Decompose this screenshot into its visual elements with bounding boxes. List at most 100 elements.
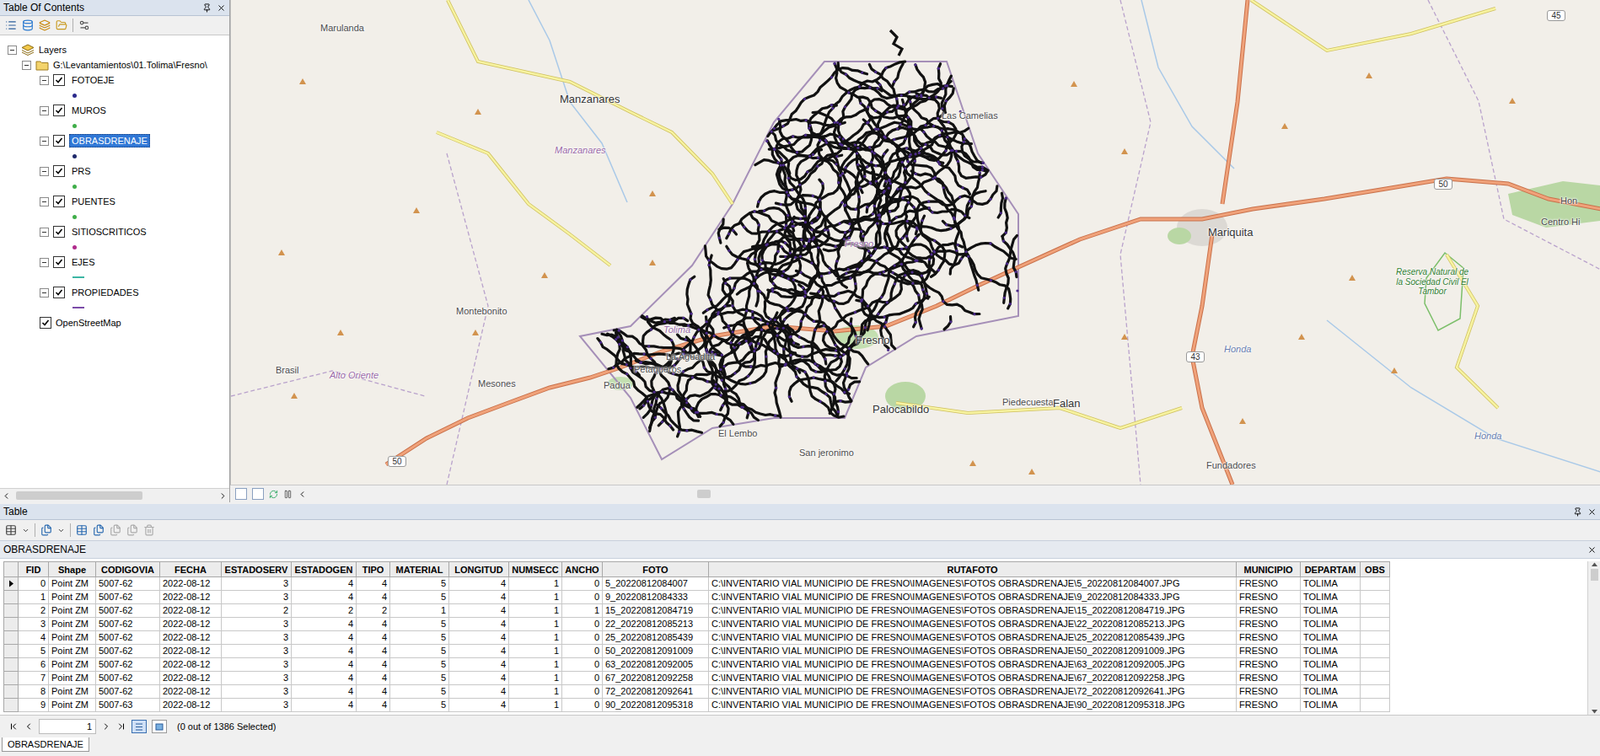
layer-checkbox[interactable] <box>53 286 65 299</box>
table-cell[interactable]: C:\INVENTARIO VIAL MUNICIPIO DE FRESNO\I… <box>708 577 1237 591</box>
list-by-drawing-order-icon[interactable] <box>5 19 17 32</box>
table-row[interactable]: 5Point ZM5007-622022-08-12344541050_2022… <box>4 644 1391 659</box>
pause-icon[interactable] <box>283 489 293 500</box>
layout-view-button[interactable] <box>252 488 264 500</box>
table-cell[interactable]: C:\INVENTARIO VIAL MUNICIPIO DE FRESNO\I… <box>708 604 1237 618</box>
table-row[interactable]: 2Point ZM5007-622022-08-12222141115_2022… <box>4 604 1391 618</box>
options-icon[interactable] <box>78 19 91 32</box>
table-cell[interactable]: 4 <box>356 698 391 713</box>
table-cell[interactable]: 1 <box>509 631 563 645</box>
table-cell[interactable]: 0 <box>562 698 603 713</box>
table-layer-title[interactable]: OBRASDRENAJE <box>3 543 86 556</box>
table-cell[interactable]: 0 <box>562 644 603 659</box>
layer-checkbox[interactable] <box>53 165 65 178</box>
scroll-left-icon[interactable] <box>297 489 307 500</box>
table-cell[interactable]: 5007-62 <box>96 604 161 618</box>
layer-name[interactable]: EJES <box>69 255 98 269</box>
layer-checkbox[interactable] <box>53 225 65 238</box>
table-cell[interactable] <box>1360 685 1391 699</box>
table-cell[interactable]: 22_20220812085213 <box>602 617 709 632</box>
table-cell[interactable]: 63_20220812092005 <box>602 658 709 672</box>
table-cell[interactable]: TOLIMA <box>1300 590 1361 605</box>
table-cell[interactable]: 5 <box>390 698 450 713</box>
table-cell[interactable]: 4 <box>291 590 357 605</box>
table-cell[interactable]: 5 <box>390 631 450 645</box>
table-cell[interactable]: 3 <box>221 685 292 699</box>
table-cell[interactable]: 1 <box>509 671 563 686</box>
basemap-row[interactable]: OpenStreetMap <box>0 315 230 331</box>
column-header[interactable]: FID <box>18 562 49 578</box>
table-cell[interactable]: 4 <box>449 698 510 713</box>
previous-record-icon[interactable] <box>23 721 34 732</box>
table-cell[interactable]: FRESNO <box>1236 631 1301 645</box>
scroll-right-icon[interactable] <box>218 491 228 501</box>
layer-row[interactable]: FOTOEJE <box>0 72 230 88</box>
expander[interactable] <box>39 227 49 237</box>
scroll-down-icon[interactable] <box>1590 708 1599 715</box>
table-cell[interactable]: 4 <box>449 577 510 591</box>
column-header[interactable]: ESTADOGEN <box>291 562 357 578</box>
expander[interactable] <box>39 75 49 86</box>
column-header[interactable]: Shape <box>48 562 97 578</box>
table-cell[interactable]: 3 <box>221 698 292 713</box>
folder-row[interactable]: G:\Levantamientos\01.Tolima\Fresno\ <box>0 57 230 73</box>
table-cell[interactable] <box>1360 631 1391 645</box>
table-cell[interactable]: 5007-62 <box>96 617 161 632</box>
table-cell[interactable]: 2022-08-12 <box>160 685 222 699</box>
layer-row[interactable]: OBRASDRENAJE <box>0 133 230 149</box>
layer-checkbox[interactable] <box>39 316 52 329</box>
table-cell[interactable]: 1 <box>509 617 563 632</box>
last-record-icon[interactable] <box>116 721 127 732</box>
row-selector[interactable] <box>4 631 19 645</box>
table-cell[interactable]: Point ZM <box>48 631 97 645</box>
table-cell[interactable]: 2022-08-12 <box>160 644 222 659</box>
row-selector[interactable] <box>4 644 19 659</box>
layer-checkbox[interactable] <box>53 74 65 86</box>
table-cell[interactable]: 4 <box>291 698 357 713</box>
layer-checkbox[interactable] <box>53 256 65 269</box>
table-cell[interactable]: TOLIMA <box>1300 617 1361 632</box>
record-field[interactable]: 1 <box>38 719 97 735</box>
table-cell[interactable] <box>1360 658 1391 672</box>
table-cell[interactable]: 4 <box>291 685 357 699</box>
table-cell[interactable]: 5007-63 <box>96 698 161 713</box>
column-header[interactable]: ESTADOSERV <box>221 562 292 578</box>
related-tables-icon[interactable] <box>40 524 53 537</box>
switch-selection-icon[interactable] <box>92 524 105 537</box>
dropdown-icon[interactable] <box>21 526 30 535</box>
table-cell[interactable]: 1 <box>509 685 563 699</box>
table-row[interactable]: 6Point ZM5007-622022-08-12344541063_2022… <box>4 658 1391 672</box>
map-scrollbar[interactable] <box>311 488 1595 500</box>
table-cell[interactable]: 3 <box>221 590 292 605</box>
close-icon[interactable] <box>216 3 226 13</box>
table-cell[interactable]: 25_20220812085439 <box>602 631 709 645</box>
root-row[interactable]: Layers <box>0 42 230 58</box>
table-row[interactable]: 7Point ZM5007-622022-08-12344541067_2022… <box>4 671 1391 686</box>
layer-name[interactable]: OBRASDRENAJE <box>69 134 151 148</box>
row-selector[interactable] <box>4 658 19 672</box>
table-cell[interactable]: C:\INVENTARIO VIAL MUNICIPIO DE FRESNO\I… <box>708 617 1237 632</box>
table-cell[interactable]: C:\INVENTARIO VIAL MUNICIPIO DE FRESNO\I… <box>708 644 1237 659</box>
table-cell[interactable]: 1 <box>509 698 563 713</box>
layer-row[interactable]: PROPIEDADES <box>0 284 230 301</box>
layer-name[interactable]: PRS <box>69 164 94 178</box>
column-header[interactable]: OBS <box>1360 562 1391 578</box>
table-cell[interactable]: Point ZM <box>48 685 97 699</box>
table-cell[interactable]: 3 <box>221 617 292 632</box>
table-cell[interactable]: 0 <box>562 617 603 632</box>
expander[interactable] <box>21 60 32 70</box>
scroll-up-icon[interactable] <box>1590 561 1599 568</box>
table-cell[interactable]: 3 <box>221 631 292 645</box>
table-cell[interactable]: 3 <box>221 658 292 672</box>
table-cell[interactable]: 2 <box>291 604 357 618</box>
table-cell[interactable]: 0 <box>562 590 603 605</box>
expander[interactable] <box>39 257 49 268</box>
list-by-source-icon[interactable] <box>21 19 34 32</box>
table-cell[interactable]: C:\INVENTARIO VIAL MUNICIPIO DE FRESNO\I… <box>708 631 1237 645</box>
show-selected-button[interactable] <box>151 719 167 734</box>
column-header[interactable]: LONGITUD <box>449 562 510 578</box>
layer-name[interactable]: SITIOSCRITICOS <box>69 225 150 239</box>
table-cell[interactable]: C:\INVENTARIO VIAL MUNICIPIO DE FRESNO\I… <box>708 590 1237 605</box>
table-row[interactable]: 3Point ZM5007-622022-08-12344541022_2022… <box>4 617 1391 632</box>
expander[interactable] <box>39 288 49 298</box>
